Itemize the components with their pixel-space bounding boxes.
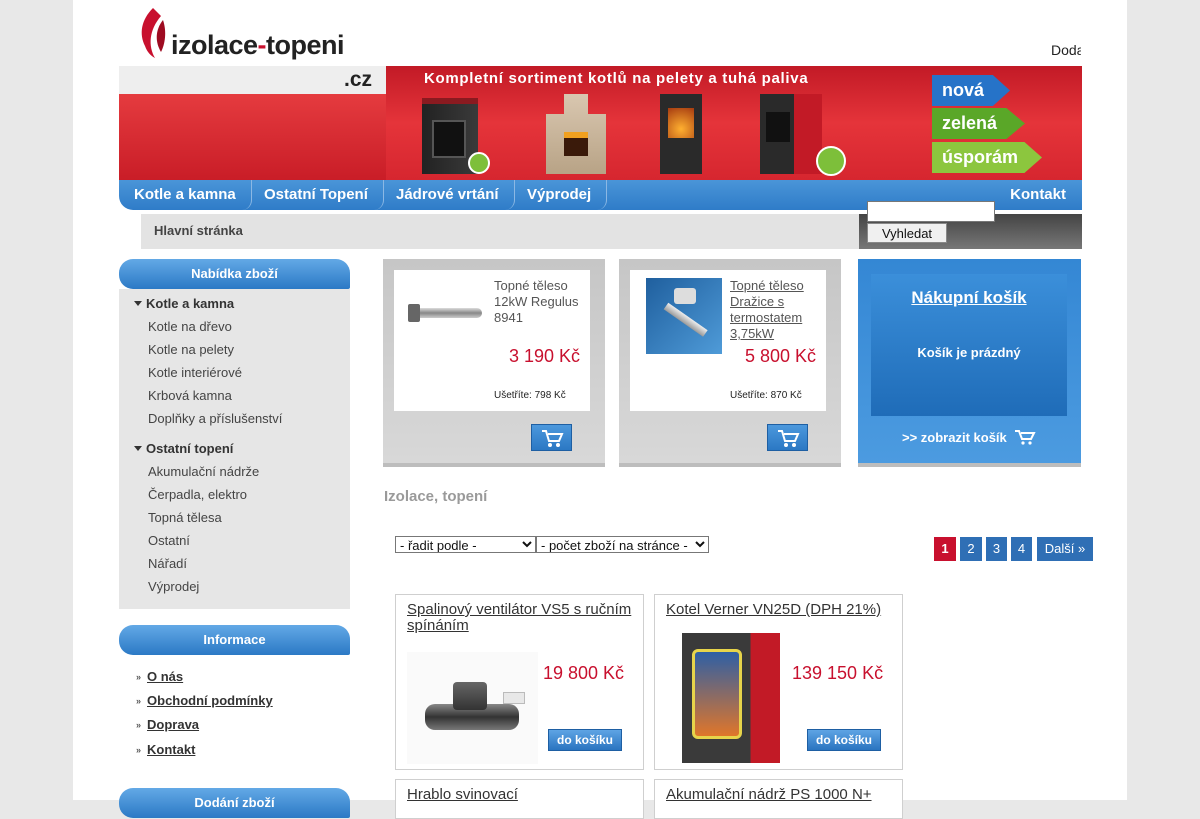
info-link[interactable]: » Obchodní podmínky [136,693,273,708]
cart-icon [542,430,564,447]
top-promo-text: Doda [1051,42,1081,58]
chevron-right-icon: » [136,672,142,682]
category-item[interactable]: Čerpadla, elektro [148,487,247,502]
product-price: 19 800 Kč [543,663,625,683]
product-card: Akumulační nádrž PS 1000 N+ [654,779,903,819]
category-group-kotle[interactable]: Kotle a kamna [134,296,234,311]
info-title: Informace [119,625,350,655]
page-link-3[interactable]: 3 [986,537,1007,561]
tag-new: nová [932,75,1010,106]
top-product-card: Topné těleso 12kW Regulus 8941 3 190 Kč … [383,259,605,467]
logo-text: izolace-topeni [171,30,345,60]
product-name[interactable]: Kotel Verner VN25D (DPH 21%) [666,602,894,618]
add-to-cart-button[interactable] [767,424,808,451]
third-title: Dodání zboží [119,788,350,818]
show-cart-link[interactable]: >> zobrazit košík [902,429,1037,445]
product-name[interactable]: Spalinový ventilátor VS5 s ručním spínán… [407,602,635,634]
cart-icon [1015,430,1037,445]
cart-inner: Nákupní košík Košík je prázdný [871,274,1067,416]
category-item[interactable]: Ostatní [148,533,190,548]
category-item[interactable]: Výprodej [148,579,199,594]
product-card: Spalinový ventilátor VS5 s ručním spínán… [395,594,644,770]
cart-empty-text: Košík je prázdný [917,345,1021,360]
info-link[interactable]: » Doprava [136,717,199,732]
top-product-title: Topné těleso 12kW Regulus 8941 [494,278,579,325]
product-name[interactable]: Akumulační nádrž PS 1000 N+ [666,787,894,803]
banner-left-strip [119,94,386,180]
top-product-save: Ušetříte: 798 Kč [494,390,566,401]
chevron-right-icon: » [136,745,142,755]
top-product-inner[interactable]: Topné těleso 12kW Regulus 8941 3 190 Kč … [394,270,590,411]
tag-savings: úsporám [932,142,1042,173]
triangle-down-icon [134,301,142,306]
cart-title[interactable]: Nákupní košík [871,288,1067,308]
boiler-product-image [682,633,780,763]
logo-tld: .cz [119,66,386,94]
category-item[interactable]: Kotle na pelety [148,342,234,357]
promo-banner[interactable]: Kompletní sortiment kotlů na pelety a tu… [386,66,1082,180]
flame-logo-icon [141,8,166,58]
breadcrumb-bar [141,214,859,249]
category-item[interactable]: Nářadí [148,556,187,571]
heating-element-head [408,304,420,322]
sort-select[interactable]: - řadit podle - [395,536,536,553]
top-product-card: Topné těleso Dražice s termostatem 3,75k… [619,259,841,467]
per-page-select[interactable]: - počet zboží na stránce - [536,536,709,553]
eco-badge-icon [468,152,490,174]
category-item[interactable]: Topná tělesa [148,510,222,525]
page-link-2[interactable]: 2 [960,537,982,561]
product-price: 139 150 Kč [792,663,884,683]
nav-vyprodej[interactable]: Výprodej [512,180,608,210]
next-page-link[interactable]: Další » [1037,537,1093,561]
info-link[interactable]: » O nás [136,669,183,684]
page-link-4[interactable]: 4 [1011,537,1032,561]
product-name[interactable]: Hrablo svinovací [407,787,635,803]
stove-image [660,94,702,174]
add-to-cart-button[interactable]: do košíku [807,729,881,751]
fireplace-image [546,94,606,174]
pellet-boiler-image [760,94,822,174]
shopping-cart-box: Nákupní košík Košík je prázdný >> zobraz… [858,259,1081,467]
top-product-title[interactable]: Topné těleso Dražice s termostatem 3,75k… [730,278,822,342]
section-title: Izolace, topení [384,488,488,505]
page-link-1[interactable]: 1 [934,537,956,561]
eco-badge-icon [816,146,846,176]
info-header: Informace [119,625,350,655]
banner-title: Kompletní sortiment kotlů na pelety a tu… [424,70,809,87]
catalog-title: Nabídka zboží [119,259,350,289]
search-input[interactable] [867,201,995,222]
nav-ostatni-topeni[interactable]: Ostatní Topení [249,180,384,210]
cart-icon [778,430,800,447]
heating-element-image [646,278,722,354]
top-product-price: 3 190 Kč [508,346,580,366]
top-product-price: 5 800 Kč [744,346,816,366]
top-product-inner[interactable]: Topné těleso Dražice s termostatem 3,75k… [630,270,826,411]
category-item[interactable]: Kotle interiérové [148,365,242,380]
catalog-header: Nabídka zboží [119,259,350,289]
chevron-right-icon: » [136,696,142,706]
top-product-save: Ušetříte: 870 Kč [730,390,802,401]
category-item[interactable]: Akumulační nádrže [148,464,259,479]
info-link[interactable]: » Kontakt [136,742,195,757]
category-item[interactable]: Krbová kamna [148,388,232,403]
breadcrumb[interactable]: Hlavní stránka [154,223,243,238]
category-item[interactable]: Kotle na dřevo [148,319,232,334]
category-item[interactable]: Doplňky a příslušenství [148,411,282,426]
nav-kontakt[interactable]: Kontakt [995,180,1081,210]
search-button[interactable]: Vyhledat [867,223,947,243]
fan-product-image [407,652,538,764]
nav-kotle-a-kamna[interactable]: Kotle a kamna [119,180,252,210]
third-header: Dodání zboží [119,788,350,818]
tag-green: zelená [932,108,1025,139]
chevron-right-icon: » [136,720,142,730]
nav-jadrove-vrtani[interactable]: Jádrové vrtání [381,180,515,210]
add-to-cart-button[interactable]: do košíku [548,729,622,751]
product-card: Kotel Verner VN25D (DPH 21%) 139 150 Kč … [654,594,903,770]
heating-element-image [412,308,482,318]
product-card: Hrablo svinovací [395,779,644,819]
category-group-ostatni[interactable]: Ostatní topení [134,441,233,456]
triangle-down-icon [134,446,142,451]
add-to-cart-button[interactable] [531,424,572,451]
